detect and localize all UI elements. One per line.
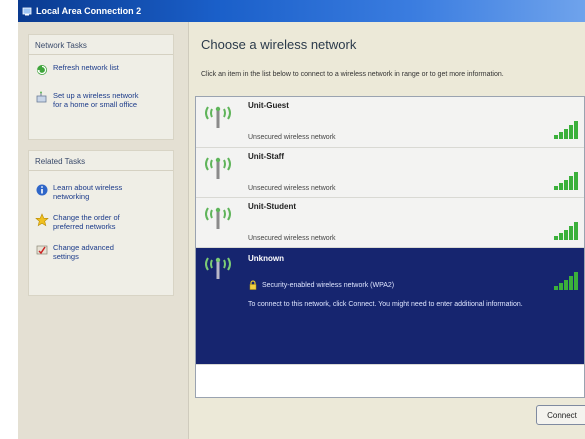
network-item-unknown[interactable]: Unknown Security-enabled wireless networ… [196,248,584,365]
task-pane: Network Tasks Refresh network list Set u… [18,22,188,439]
instructions-text: Click an item in the list below to conne… [201,71,504,78]
window-title: Local Area Connection 2 [36,6,142,16]
wireless-antenna-icon [202,204,234,230]
security-status: Security-enabled wireless network (WPA2) [248,280,394,290]
network-item-unit-student[interactable]: Unit-Student Unsecured wireless network [196,198,584,248]
network-name: Unknown [248,254,284,263]
wireless-antenna-icon [202,254,234,280]
star-icon [35,213,49,227]
network-tasks-panel: Network Tasks Refresh network list Set u… [28,34,174,140]
settings-icon [35,243,49,257]
network-status: Security-enabled wireless network (WPA2) [262,281,395,289]
network-connection-icon [22,6,32,16]
network-tasks-header: Network Tasks [29,35,173,55]
task-change-preferred-order[interactable]: Change the order of preferred networks [29,213,173,231]
connect-instructions: To connect to this network, click Connec… [248,301,523,308]
info-icon [35,183,49,197]
task-label: Refresh network list [53,63,119,72]
signal-strength-icon [554,272,578,290]
wireless-antenna-icon [202,103,234,129]
main-pane: Choose a wireless network Click an item … [189,22,585,439]
network-item-unit-guest[interactable]: Unit-Guest Unsecured wireless network [196,97,584,148]
wireless-network-list[interactable]: Unit-Guest Unsecured wireless network Un… [195,96,585,398]
task-change-advanced-settings[interactable]: Change advanced settings [29,243,173,261]
task-label: Learn about wireless networking [53,183,123,201]
connect-button[interactable]: Connect [536,405,585,425]
network-status: Unsecured wireless network [248,235,336,242]
wireless-antenna-icon [202,154,234,180]
network-status: Unsecured wireless network [248,185,336,192]
network-name: Unit-Staff [248,152,284,161]
task-label: Change advanced settings [53,243,114,261]
task-label: Change the order of preferred networks [53,213,120,231]
signal-strength-icon [554,172,578,190]
signal-strength-icon [554,121,578,139]
related-tasks-header: Related Tasks [29,151,173,171]
network-name: Unit-Student [248,202,296,211]
task-setup-wireless-network[interactable]: Set up a wireless network for a home or … [29,91,173,109]
task-label: Set up a wireless network for a home or … [53,91,139,109]
network-name: Unit-Guest [248,101,289,110]
lock-icon [248,280,258,290]
signal-strength-icon [554,222,578,240]
title-bar[interactable]: Local Area Connection 2 [18,0,585,22]
page-title: Choose a wireless network [201,37,357,52]
related-tasks-panel: Related Tasks Learn about wireless netwo… [28,150,174,296]
task-learn-wireless[interactable]: Learn about wireless networking [29,183,173,201]
network-item-unit-staff[interactable]: Unit-Staff Unsecured wireless network [196,148,584,198]
setup-network-icon [35,91,49,105]
network-status: Unsecured wireless network [248,134,336,141]
task-refresh-network-list[interactable]: Refresh network list [29,63,173,77]
wireless-network-window: Local Area Connection 2 Network Tasks Re… [18,0,585,439]
refresh-icon [35,63,49,77]
